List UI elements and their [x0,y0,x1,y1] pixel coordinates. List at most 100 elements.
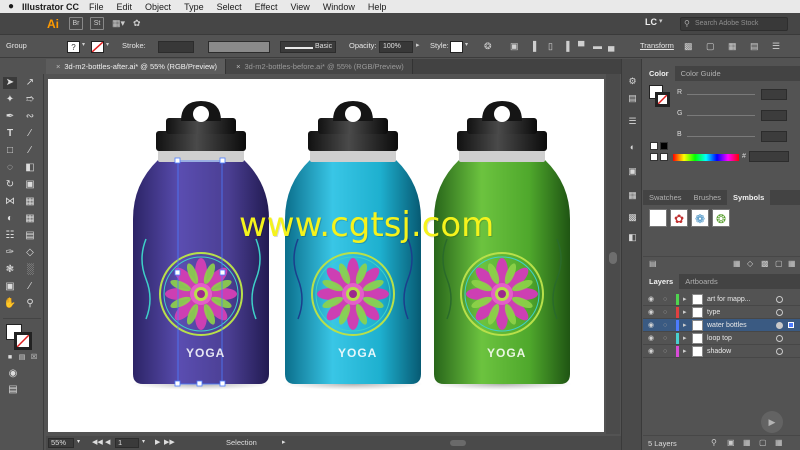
color-spectrum[interactable] [673,154,739,161]
pathfinder-icon[interactable]: ▩ [626,211,639,223]
variable-width-profile[interactable] [208,41,270,53]
apple-menu-icon[interactable]: ● [0,1,22,12]
black-swatch[interactable] [660,142,668,150]
visibility-eye-icon[interactable]: ◉ [648,319,654,332]
align-panel-icon[interactable]: ☰ [626,115,639,127]
visibility-eye-icon[interactable]: ◉ [648,345,654,358]
bridge-button[interactable]: Br [69,17,83,30]
tab-color-guide[interactable]: Color Guide [675,66,727,81]
menu-type[interactable]: Type [184,2,204,12]
free-transform-tool-icon[interactable]: ▦ [23,196,37,208]
menu-help[interactable]: Help [368,2,387,12]
menu-object[interactable]: Object [145,2,171,12]
fill-swatch[interactable]: ? [67,41,80,53]
menu-view[interactable]: View [290,2,309,12]
column-graph-tool-icon[interactable]: ░ [23,264,37,276]
align-to-icon[interactable]: ▣ [510,41,519,52]
libraries-icon[interactable]: ▤ [626,92,639,104]
channel-r-value[interactable] [761,89,787,100]
shaper-tool-icon[interactable]: ◌ [3,162,17,174]
layer-name[interactable]: water bottles [707,319,747,332]
line-segment-tool-icon[interactable]: ∕ [23,128,37,140]
target-icon[interactable] [776,348,783,355]
channel-g-slider[interactable] [687,115,755,116]
tab-symbols[interactable]: Symbols [727,190,771,205]
artboard-number-field[interactable]: 1 [115,438,139,448]
blend-tool-icon[interactable]: ◇ [23,247,37,259]
tab-bottles-after[interactable]: × 3d-m2-bottles-after.ai* @ 55% (RGB/Prev… [46,59,227,74]
drawing-mode-icon[interactable]: ◉ [6,368,20,380]
chevron-down-icon[interactable]: ▾ [465,41,468,48]
lock-icon[interactable]: ○ [663,319,667,332]
align-right-icon[interactable]: ▐ [563,41,569,51]
white-swatch[interactable] [660,153,668,161]
clipping-mask-icon[interactable]: ▣ [727,438,735,447]
paintbrush-tool-icon[interactable]: ∕ [23,145,37,157]
chevron-down-icon[interactable]: ▾ [106,41,109,48]
chevron-right-icon[interactable]: ▸ [683,319,687,332]
shape-builder-tool-icon[interactable]: ◐ [3,213,17,225]
tab-bottles-before[interactable]: × 3d-m2-bottles-before.ai* @ 55% (RGB/Pre… [226,59,413,74]
lock-icon[interactable]: ○ [663,306,667,319]
channel-r-slider[interactable] [687,94,755,95]
lock-icon[interactable]: ○ [663,345,667,358]
artboard-tool-icon[interactable]: ▣ [3,281,17,293]
chevron-down-icon[interactable]: ▾ [659,17,663,25]
tab-color[interactable]: Color [643,66,675,81]
layer-row[interactable]: ◉ ○ ▸ art for mapp... [643,293,800,306]
screen-mode-icon[interactable]: ▤ [6,384,20,396]
chevron-down-icon[interactable]: ▾ [77,438,80,445]
stock-button[interactable]: St [90,17,104,30]
brush-definition[interactable]: Basic [280,41,336,53]
align-top-icon[interactable]: ▀ [578,41,584,51]
selected-art-indicator[interactable] [788,322,794,328]
symbol-sprayer-tool-icon[interactable]: ❃ [3,264,17,276]
pen-tool-icon[interactable]: ✒ [3,111,17,123]
symbol-options-icon[interactable]: ▩ [761,259,769,268]
trash-icon[interactable]: ▦ [788,259,796,268]
curvature-tool-icon[interactable]: ∾ [23,111,37,123]
layer-name[interactable]: shadow [707,345,731,358]
magic-wand-tool-icon[interactable]: ✦ [3,94,17,106]
layer-row[interactable]: ◉ ○ ▸ shadow [643,345,800,358]
stroke-color-box[interactable] [14,332,32,350]
chevron-right-icon[interactable]: ▸ [683,293,687,306]
new-sublayer-icon[interactable]: ▦ [743,438,751,447]
channel-g-value[interactable] [761,110,787,121]
transform-icon[interactable]: ▩ [684,41,693,52]
appearance-icon[interactable]: ◐ [626,141,639,153]
symbol-thumb[interactable]: ❁ [691,209,709,227]
hand-tool-icon[interactable]: ✋ [3,298,17,310]
tab-swatches[interactable]: Swatches [643,190,688,205]
chevron-right-icon[interactable]: ▸ [683,345,687,358]
properties-icon[interactable]: ⚙ [626,75,639,87]
channel-b-slider[interactable] [687,136,755,137]
perspective-grid-tool-icon[interactable]: ▦ [23,213,37,225]
rectangle-tool-icon[interactable]: □ [3,145,17,157]
transform-panel-icon[interactable]: ▦ [626,189,639,201]
horizontal-scroll-thumb[interactable] [450,440,466,446]
layer-name[interactable]: art for mapp... [707,293,751,306]
stock-search-input[interactable]: ⚲ Search Adobe Stock [680,17,788,31]
selection-tool-icon[interactable]: ➤ [3,77,17,89]
target-icon[interactable] [776,296,783,303]
color-stroke-box[interactable] [655,92,670,107]
last-artboard-icon[interactable]: ▶▶ [164,438,175,446]
menu-effect[interactable]: Effect [255,2,278,12]
stroke-weight-field[interactable] [158,41,194,53]
layer-name[interactable]: loop top [707,332,732,345]
menu-edit[interactable]: Edit [117,2,133,12]
close-icon[interactable]: × [56,62,60,71]
symbol-libraries-icon[interactable]: ▤ [649,259,657,268]
hex-field[interactable] [749,151,789,162]
layer-row[interactable]: ◉ ○ ▸ loop top [643,332,800,345]
align-bottom-icon[interactable]: ▄ [608,41,614,51]
menu-file[interactable]: File [89,2,104,12]
chevron-down-icon[interactable]: ▾ [142,438,145,445]
tab-brushes[interactable]: Brushes [688,190,728,205]
symbol-thumb[interactable]: ❂ [712,209,730,227]
opacity-field[interactable]: 100% [379,41,413,53]
layer-row[interactable]: ◉ ○ ▸ water bottles [643,319,800,332]
canvas-area[interactable]: YOGA YOGA YOGA www.cgtsj.com [46,74,621,434]
tab-layers[interactable]: Layers [643,274,680,289]
